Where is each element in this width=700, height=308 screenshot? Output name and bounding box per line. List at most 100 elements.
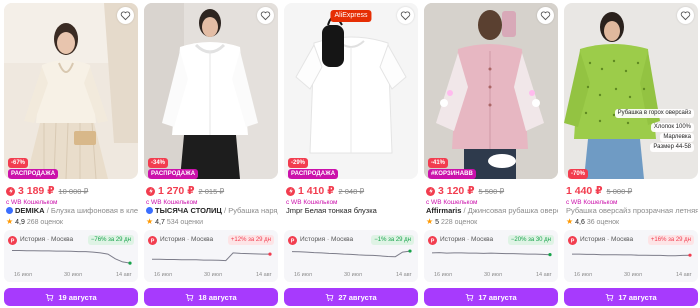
history-date: 14 авг [676,272,692,278]
history-sparkline [152,252,272,262]
product-photo[interactable]: AliExpress -29% РАСПРОДАЖА [284,3,418,179]
history-date: 14 авг [256,272,272,278]
history-label: История · Москва [300,236,354,243]
review-count: 268 оценок [26,219,63,226]
star-icon: ★ [426,217,434,226]
verified-icon [146,207,153,214]
product-title[interactable]: Jmpr Белая тонкая блузка [286,206,418,216]
favorite-button[interactable] [677,7,694,24]
current-price: 3 189 ₽ [18,185,55,197]
sparkline-path [12,250,131,264]
price-history[interactable]: P История · Москва +12% за 29 дн 16 июл … [144,230,278,282]
history-change: +16% за 29 дн [647,235,694,245]
product-card[interactable]: -67% РАСПРОДАЖА 3 189 ₽ 10 000 ₽ с WB Ко… [4,3,138,306]
price-history[interactable]: P История · Москва −76% за 29 дн 16 июл … [4,230,138,282]
verified-icon [6,207,13,214]
favorite-button[interactable] [397,7,414,24]
history-label: История · Москва [440,236,494,243]
product-title[interactable]: Рубашка оверсайз прозрачная летняя мар [566,206,698,216]
price-history[interactable]: P История · Москва −20% за 30 дн 16 июл … [424,230,558,282]
current-price: 1 270 ₽ [158,185,195,197]
history-date: 16 июл [14,272,32,278]
product-photo[interactable]: Рубашка в горох оверсайз Хлопок 100% Мар… [564,3,698,179]
heart-icon [680,11,691,21]
product-title[interactable]: ТЫСЯЧА СТОЛИЦ / Рубашка нарядная белая [146,206,278,216]
brand-name: DEMIKA [15,206,45,215]
wb-logo-icon: P [288,236,297,245]
discount-badge: -29% [288,158,309,168]
product-card[interactable]: AliExpress -29% РАСПРОДАЖА 1 410 ₽ 2 048… [284,3,418,306]
aliexpress-badge: AliExpress [330,10,372,22]
photo-caption: Хлопок 100% [650,123,694,132]
product-card[interactable]: -34% РАСПРОДАЖА 1 270 ₽ 2 015 ₽ с WB Кош… [144,3,278,306]
old-price: 5 000 ₽ [606,186,633,196]
lightning-icon [286,186,295,196]
wb-logo-icon: P [428,236,437,245]
history-label: История · Москва [160,236,214,243]
add-to-cart-button[interactable]: 27 августа [284,288,418,306]
cart-icon [466,293,474,301]
price-line: 1 440 ₽ 5 000 ₽ [566,185,698,197]
sparkline-end-dot [128,261,132,265]
rating-value: 5 [435,219,440,226]
product-title[interactable]: Affirmaris / Джинсовая рубашка оверсайз [426,206,558,216]
product-title[interactable]: DEMIKA / Блузка шифоновая в клетку с [6,206,138,216]
wallet-note: с WB Кошельком [146,199,198,206]
rating: ★ 4,9 268 оценок [6,217,63,226]
product-image [424,3,558,179]
delivery-date: 18 августа [198,292,237,302]
svg-text:P: P [291,238,295,244]
history-date: 30 июл [204,272,222,278]
price-line: 1 410 ₽ 2 048 ₽ [286,185,418,197]
product-photo[interactable]: -67% РАСПРОДАЖА [4,3,138,179]
add-to-cart-button[interactable]: 17 августа [564,288,698,306]
rating-value: 4,9 [15,219,25,226]
wallet-note: с WB Кошельком [6,199,58,206]
lightning-icon [146,186,155,196]
add-to-cart-button[interactable]: 19 августа [4,288,138,306]
product-image [564,3,698,179]
history-sparkline [291,249,412,258]
sparkline-path [431,252,551,256]
old-price: 5 500 ₽ [478,186,505,196]
heart-icon [400,11,411,21]
svg-text:P: P [431,238,435,244]
svg-text:P: P [11,238,15,244]
photo-caption: Рубашка в горох оверсайз [614,109,694,118]
product-name: Блузка шифоновая в клетку с [50,206,138,215]
history-sparkline [572,253,692,257]
product-name: Рубашка оверсайз прозрачная летняя мар [566,206,698,215]
history-date: 16 июл [294,272,312,278]
wallet-note: с WB Кошельком [286,199,338,206]
delivery-date: 19 августа [58,292,97,302]
sparkline-path [291,250,411,258]
product-card[interactable]: Рубашка в горох оверсайз Хлопок 100% Мар… [564,3,698,306]
discount-badge: -34% [148,158,169,168]
current-price: 1 410 ₽ [298,185,335,197]
add-to-cart-button[interactable]: 17 августа [424,288,558,306]
price-line: 1 270 ₽ 2 015 ₽ [146,185,278,197]
product-photo[interactable]: -41% #КОРЗИНАВВ [424,3,558,179]
sparkline-path [152,252,270,262]
photo-caption: Размер 44-58 [650,143,694,152]
history-sparkline [12,250,132,265]
product-photo[interactable]: -34% РАСПРОДАЖА [144,3,278,179]
old-price: 2 048 ₽ [338,186,365,196]
history-label: История · Москва [20,236,74,243]
favorite-button[interactable] [257,7,274,24]
sparkline-end-dot [548,253,552,257]
title-separator: / [463,206,466,215]
title-separator: / [224,206,227,215]
price-history[interactable]: P История · Москва −1% за 29 дн 16 июл 3… [284,230,418,282]
favorite-button[interactable] [537,7,554,24]
discount-badge: -70% [568,169,589,179]
heart-icon [540,11,551,21]
price-history[interactable]: P История · Москва +16% за 29 дн 16 июл … [564,230,698,282]
history-date: 14 авг [396,272,412,278]
favorite-button[interactable] [117,7,134,24]
add-to-cart-button[interactable]: 18 августа [144,288,278,306]
product-card[interactable]: -41% #КОРЗИНАВВ 3 120 ₽ 5 500 ₽ с WB Кош… [424,3,558,306]
sale-badge: #КОРЗИНАВВ [428,169,476,179]
history-date: 16 июл [154,272,172,278]
history-date: 30 июл [484,272,502,278]
